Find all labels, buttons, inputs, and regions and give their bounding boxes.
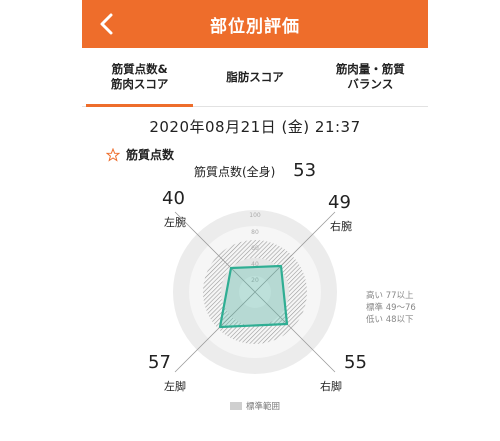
title-bar: 部位別評価	[82, 0, 428, 48]
tab-label-line1: 脂肪スコア	[226, 69, 284, 84]
whole-body-score: 筋質点数(全身) 53	[82, 160, 428, 181]
tab-muscle-balance[interactable]: 筋肉量・筋質 バランス	[313, 48, 428, 106]
radar-chart: 100 80 60 40 20	[173, 210, 337, 374]
app-frame: 部位別評価 筋質点数& 筋肉スコア 脂肪スコア 筋肉量・筋質 バランス 2020…	[82, 0, 428, 441]
tab-label-line1: 筋質点数&	[111, 62, 168, 76]
range-legend: 高い 77以上 標準 49〜76 低い 48以下	[366, 290, 416, 326]
standard-range-swatch	[229, 402, 242, 410]
tab-muscle-quality-score[interactable]: 筋質点数& 筋肉スコア	[82, 48, 197, 107]
tab-bar: 筋質点数& 筋肉スコア 脂肪スコア 筋肉量・筋質 バランス	[82, 48, 428, 107]
measurement-datetime: 2020年08月21日 (金) 21:37	[149, 118, 361, 136]
tab-label-line2: バランス	[347, 77, 394, 91]
back-chevron-icon[interactable]	[94, 10, 122, 38]
page-title: 部位別評価	[210, 16, 300, 37]
right-leg-label: 右脚	[320, 380, 342, 393]
tab-label-line1: 筋肉量・筋質	[335, 62, 405, 76]
scale-label-60: 60	[251, 245, 259, 252]
tab-label-line2: 筋肉スコア	[110, 77, 169, 91]
scale-label-80: 80	[251, 229, 259, 236]
legend-low: 低い 48以下	[366, 315, 414, 325]
muscle-score-polygon	[218, 264, 289, 329]
left-leg-label: 左脚	[164, 380, 186, 393]
whole-body-label: 筋質点数(全身)	[193, 165, 276, 179]
legend-high: 高い 77以上	[366, 291, 414, 301]
tab-fat-score[interactable]: 脂肪スコア	[197, 48, 312, 106]
legend-standard: 標準 49〜76	[366, 303, 416, 313]
standard-range-label: 標準範囲	[245, 402, 280, 412]
standard-range-legend: 標準範囲	[82, 400, 428, 412]
scale-label-100: 100	[249, 212, 261, 219]
whole-body-value: 53	[293, 160, 317, 181]
